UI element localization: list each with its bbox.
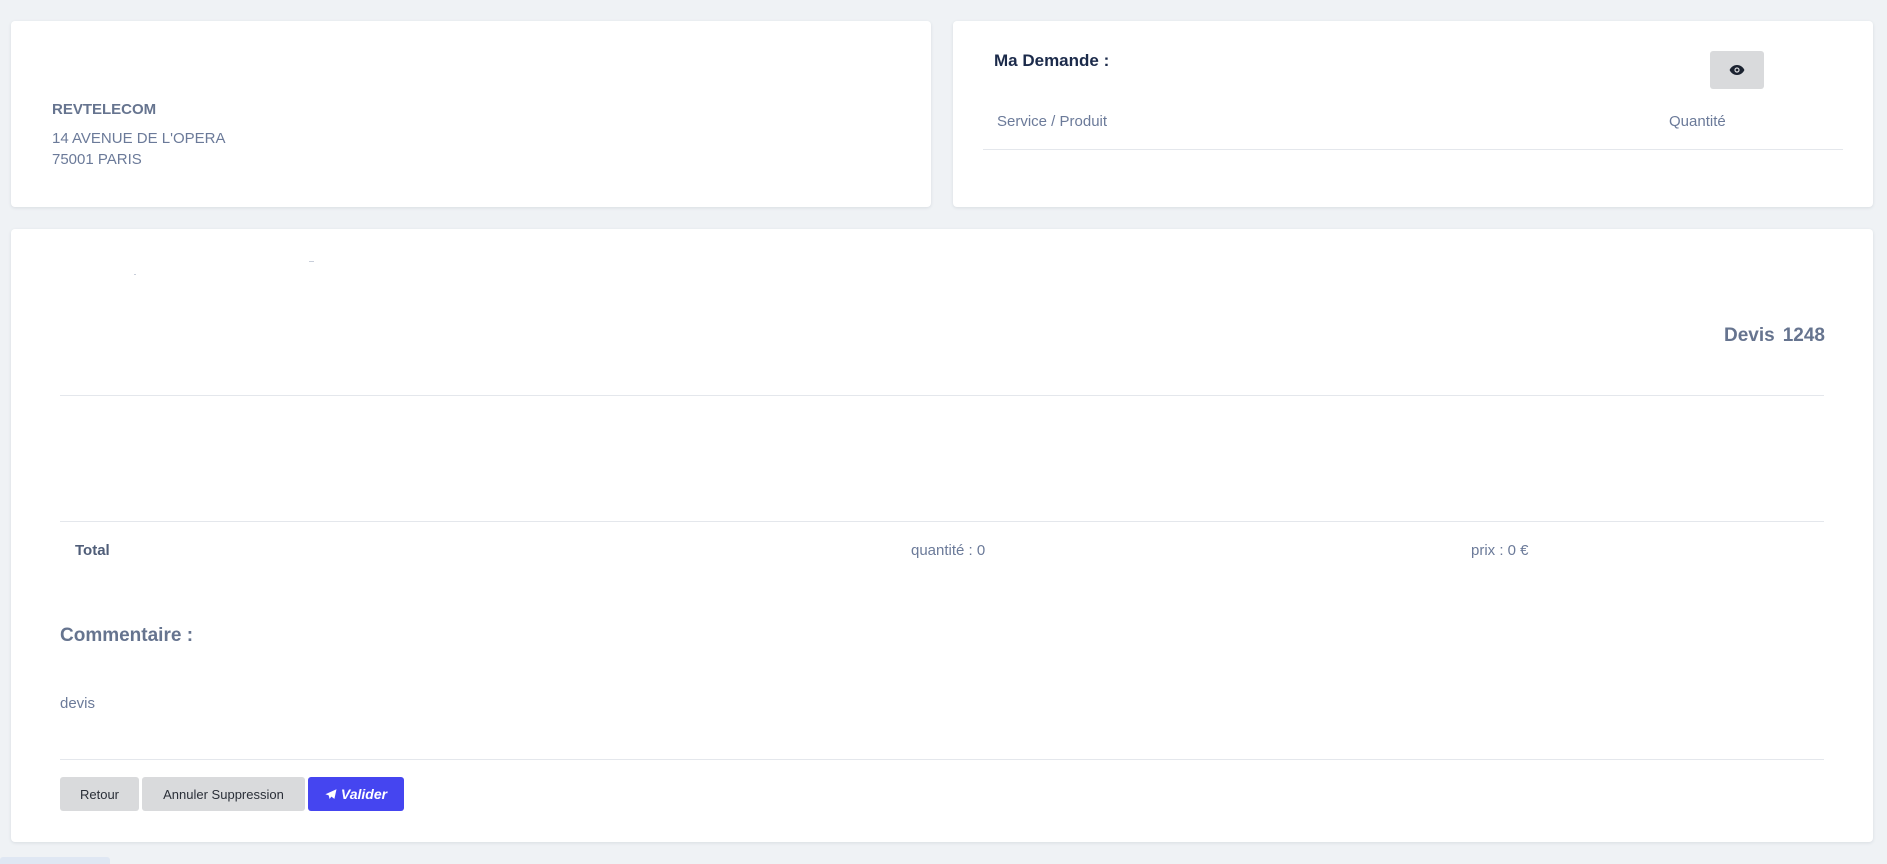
divider (60, 395, 1824, 396)
retour-button-label: Retour (79, 786, 120, 802)
devis-card: Devis 1248 Total quantité : 0 prix : 0 € … (11, 229, 1873, 842)
annuler-suppression-button[interactable]: Annuler Suppression (142, 777, 305, 811)
divider (60, 521, 1824, 522)
commentaire-title: Commentaire : (60, 625, 194, 646)
divider (134, 274, 136, 275)
commentaire-text: devis (60, 695, 96, 712)
company-address-line2: 75001 PARIS (52, 151, 142, 168)
divider (983, 149, 1843, 150)
demande-card: Ma Demande : Service / Produit Quantité (953, 21, 1873, 207)
total-prix: prix : 0 € (1471, 542, 1529, 559)
devis-title: Devis 1248 (1724, 325, 1825, 347)
eye-icon (1729, 65, 1745, 75)
divider (60, 759, 1824, 760)
paper-plane-icon (325, 788, 337, 800)
valider-button[interactable]: Valider (308, 777, 404, 811)
devis-label: Devis (1724, 325, 1775, 346)
retour-button[interactable]: Retour (60, 777, 139, 811)
total-quantite: quantité : 0 (911, 542, 986, 559)
company-card: REVTELECOM 14 AVENUE DE L'OPERA 75001 PA… (11, 21, 931, 207)
company-name: REVTELECOM (52, 101, 157, 118)
demande-title: Ma Demande : (994, 51, 1110, 70)
valider-button-label: Valider (340, 786, 388, 802)
view-button[interactable] (1710, 51, 1764, 89)
total-label: Total (75, 542, 110, 559)
annuler-button-label: Annuler Suppression (163, 786, 284, 802)
column-header-service: Service / Produit (997, 113, 1108, 130)
company-address-line1: 14 AVENUE DE L'OPERA (52, 130, 226, 147)
devis-number: 1248 (1782, 325, 1825, 346)
column-header-quantite: Quantité (1669, 113, 1726, 130)
divider (309, 261, 314, 262)
bottom-tab (0, 857, 110, 864)
